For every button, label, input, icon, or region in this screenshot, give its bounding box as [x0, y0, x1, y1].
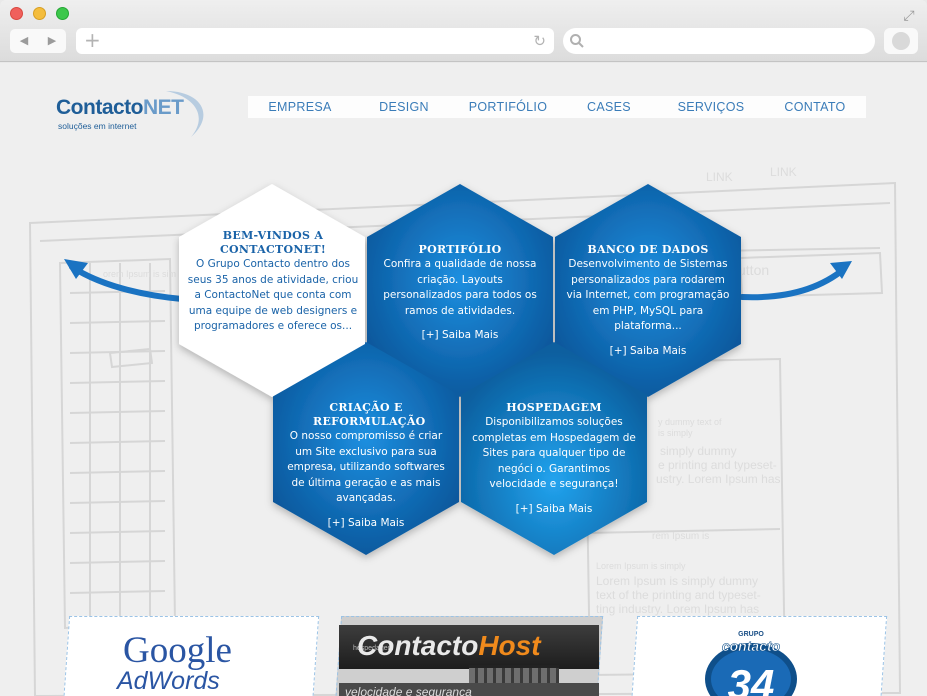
maximize-window-button[interactable] — [56, 7, 69, 20]
carousel-prev-arrow[interactable] — [64, 259, 185, 302]
search-icon — [570, 34, 584, 48]
host-tagline-band: velocidade e segurança — [339, 683, 599, 696]
back-button[interactable]: ◀ — [10, 29, 38, 53]
hex-welcome-body: O Grupo Contacto dentro dos seus 35 anos… — [187, 258, 359, 332]
reload-icon[interactable]: ↻ — [533, 28, 546, 54]
new-tab-icon[interactable]: + — [84, 28, 101, 53]
forward-button[interactable]: ▶ — [38, 29, 66, 53]
hexagon-feature-graphic — [64, 184, 852, 555]
search-input[interactable] — [563, 28, 875, 54]
hex-portifolio-title: PORTIFÓLIO — [418, 243, 502, 256]
adwords-line-2: AdWords — [117, 667, 220, 695]
grupo-small-label: GRUPO — [738, 631, 764, 638]
carousel-next-arrow[interactable] — [739, 261, 852, 301]
extension-icon — [892, 32, 910, 50]
minimize-window-button[interactable] — [33, 7, 46, 20]
hex-portifolio: PORTIFÓLIO Confira a qualidade de nossa … — [378, 243, 542, 342]
hex-portifolio-body: Confira a qualidade de nossa criação. La… — [383, 258, 537, 317]
grupo-number: 34 — [728, 661, 775, 696]
hex-hospedagem-body: Disponibilizamos soluções completas em H… — [472, 416, 636, 490]
contacto-host-banner[interactable]: hospedagem ContactoHost velocidade e seg… — [334, 616, 604, 696]
hex-banco-de-dados-body: Desenvolvimento de Sistemas personalizad… — [566, 258, 730, 332]
hex-portifolio-link[interactable]: [+] Saiba Mais — [422, 329, 499, 341]
grupo-contacto-34-banner[interactable]: GRUPO contacto 34 — [630, 616, 888, 696]
browser-toolbar: ⤢ ◀ ▶ + ↻ — [0, 0, 927, 62]
hex-criacao-link[interactable]: [+] Saiba Mais — [328, 517, 405, 529]
hex-banco-de-dados: BANCO DE DADOS Desenvolvimento de Sistem… — [562, 243, 734, 358]
address-bar[interactable]: + ↻ — [76, 28, 554, 54]
host-wordmark: ContactoHost — [357, 630, 541, 661]
page-viewport: LINK LINK utton orem Ipsum is sim y dumm… — [0, 63, 927, 696]
hex-hospedagem: HOSPEDAGEM Disponibilizamos soluções com… — [470, 401, 638, 516]
google-adwords-banner[interactable]: Google AdWords — [62, 616, 320, 696]
fullscreen-icon[interactable]: ⤢ — [901, 8, 917, 24]
grupo-wordmark: contacto — [722, 638, 781, 654]
hex-criacao-body: O nosso compromisso é criar um Site excl… — [287, 430, 445, 504]
host-tagline: velocidade e segurança — [345, 685, 472, 696]
hex-criacao: CRIAÇÃO E REFORMULAÇÃO O nosso compromis… — [283, 401, 449, 530]
hex-criacao-title: CRIAÇÃO E REFORMULAÇÃO — [313, 401, 426, 428]
hex-hospedagem-link[interactable]: [+] Saiba Mais — [516, 503, 593, 515]
adwords-line-1: Google — [123, 630, 232, 671]
grupo-contacto-34-logo: GRUPO contacto 34 — [705, 631, 797, 696]
host-banner-band: hospedagem ContactoHost — [339, 625, 599, 669]
hex-banco-de-dados-title: BANCO DE DADOS — [587, 243, 709, 256]
hex-welcome-title: BEM-VINDOS A CONTACTONET! — [219, 229, 327, 256]
hex-banco-de-dados-link[interactable]: [+] Saiba Mais — [610, 345, 687, 357]
close-window-button[interactable] — [10, 7, 23, 20]
hex-welcome: BEM-VINDOS A CONTACTONET! O Grupo Contac… — [187, 229, 359, 335]
extension-button[interactable] — [884, 28, 918, 54]
history-buttons: ◀ ▶ — [10, 29, 66, 53]
hex-hospedagem-title: HOSPEDAGEM — [506, 401, 602, 414]
